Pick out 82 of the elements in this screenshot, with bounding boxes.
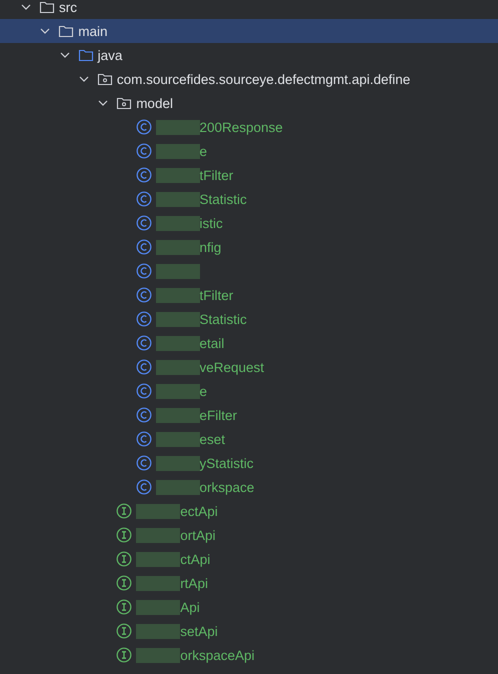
tree-row[interactable]: nfig [0, 235, 498, 259]
folder-icon [78, 47, 94, 63]
file-name: tFilter [200, 168, 234, 182]
file-name: e [200, 144, 208, 158]
tree-row[interactable]: java [0, 43, 498, 67]
class-icon [136, 407, 152, 423]
class-icon [136, 263, 152, 279]
file-name: orkspaceApi [180, 648, 254, 662]
class-icon [136, 311, 152, 327]
folder-icon [58, 23, 74, 39]
file-name: java [98, 48, 122, 62]
class-icon [136, 287, 152, 303]
file-name: com.sourcefides.sourceye.defectmgmt.api.define [116, 72, 410, 86]
interface-icon [116, 599, 132, 615]
class-icon [136, 119, 152, 135]
class-icon [136, 335, 152, 351]
folder-icon [39, 0, 55, 15]
class-icon [136, 359, 152, 375]
file-name: ctApi [180, 552, 210, 566]
class-icon [136, 191, 152, 207]
tree-row[interactable]: veRequest [0, 355, 498, 379]
tree-row[interactable]: Statistic [0, 307, 498, 331]
class-icon [136, 215, 152, 231]
tree-row[interactable]: ortApi [0, 523, 498, 547]
tree-row[interactable]: model [0, 91, 498, 115]
file-name: veRequest [200, 360, 264, 374]
file-name: nfig [200, 240, 222, 254]
interface-icon [116, 575, 132, 591]
interface-icon [116, 647, 132, 663]
tree-row[interactable]: Api [0, 595, 498, 619]
file-name: ortApi [180, 528, 216, 542]
class-icon [136, 479, 152, 495]
file-name: main [78, 24, 108, 38]
file-name: tFilter [200, 288, 234, 302]
tree-row[interactable]: orkspace [0, 475, 498, 499]
tree-row[interactable]: e [0, 379, 498, 403]
interface-icon [116, 527, 132, 543]
package-icon [116, 95, 132, 111]
tree-row[interactable]: e [0, 139, 498, 163]
tree-row[interactable]: etail [0, 331, 498, 355]
file-name: eset [200, 432, 226, 446]
class-icon [136, 431, 152, 447]
file-name: Statistic [200, 192, 247, 206]
interface-icon [116, 623, 132, 639]
interface-icon [116, 551, 132, 567]
file-name: e [200, 384, 208, 398]
interface-icon [116, 503, 132, 519]
tree-row[interactable]: ctApi [0, 547, 498, 571]
tree-row[interactable]: yStatistic [0, 451, 498, 475]
tree-row[interactable]: tFilter [0, 163, 498, 187]
tree-row[interactable]: main [0, 19, 498, 43]
file-name: ectApi [180, 504, 218, 518]
file-name: yStatistic [200, 456, 254, 470]
tree-row[interactable]: com.sourcefides.sourceye.defectmgmt.api.define [0, 67, 498, 91]
tree-row[interactable]: ectApi [0, 499, 498, 523]
package-icon [96, 71, 113, 87]
file-name: src [59, 0, 77, 14]
file-name: orkspace [200, 480, 254, 494]
tree-row[interactable]: istic [0, 211, 498, 235]
file-name: istic [200, 216, 223, 230]
file-name: etail [200, 336, 224, 350]
file-name: eFilter [200, 408, 238, 422]
tree-row[interactable]: tFilter [0, 283, 498, 307]
file-name: rtApi [180, 576, 208, 590]
tree-row[interactable]: orkspaceApi [0, 643, 498, 667]
tree-row[interactable]: Statistic [0, 187, 498, 211]
tree-row[interactable]: eFilter [0, 403, 498, 427]
file-name: Statistic [200, 312, 247, 326]
file-name: Api [180, 600, 200, 614]
tree-row[interactable]: 200Response [0, 115, 498, 139]
file-name: 200Response [200, 120, 283, 134]
class-icon [136, 143, 152, 159]
tree-row[interactable]: eset [0, 427, 498, 451]
file-name: setApi [180, 624, 218, 638]
class-icon [136, 383, 152, 399]
tree-row[interactable]: rtApi [0, 571, 498, 595]
class-icon [136, 167, 152, 183]
tree-row[interactable]: src [0, 0, 498, 19]
file-name: model [136, 96, 173, 110]
tree-row[interactable]: setApi [0, 619, 498, 643]
class-icon [136, 455, 152, 471]
class-icon [136, 239, 152, 255]
